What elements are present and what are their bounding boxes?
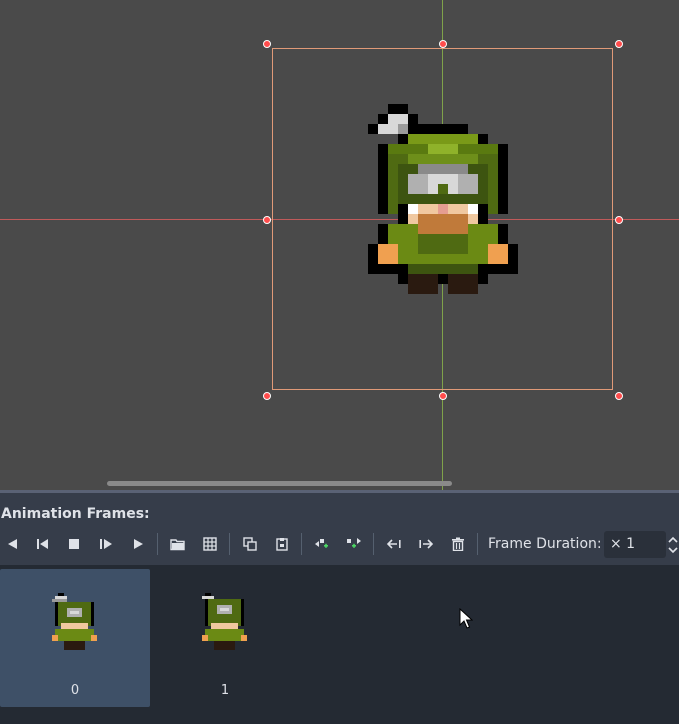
frame-thumbnail <box>52 593 97 650</box>
insert-after-icon <box>347 538 361 548</box>
resize-handle-right[interactable] <box>615 216 623 224</box>
mouse-cursor-icon <box>459 608 473 629</box>
toolbar-separator <box>229 533 230 555</box>
toolbar-separator <box>373 533 374 555</box>
play-backwards-button[interactable] <box>0 530 24 558</box>
load-from-file-button[interactable] <box>166 530 190 558</box>
toolbar-separator <box>301 533 302 555</box>
delete-frame-button[interactable] <box>446 530 470 558</box>
step-forward-button[interactable] <box>94 530 118 558</box>
copy-frame-button[interactable] <box>238 530 262 558</box>
animation-frames-panel: Animation Frames: Frame Duration: × 1 0 … <box>0 490 679 724</box>
spinbox-arrows-icon[interactable] <box>667 534 679 556</box>
move-frame-left-button[interactable] <box>382 530 406 558</box>
frames-toolbar: Frame Duration: × 1 <box>0 530 679 560</box>
resize-handle-top-right[interactable] <box>615 40 623 48</box>
step-backward-icon <box>37 539 48 549</box>
frame-item-0[interactable]: 0 <box>0 569 150 707</box>
resize-handle-bottom-right[interactable] <box>615 392 623 400</box>
frame-duration-label: Frame Duration: <box>488 536 602 552</box>
toolbar-separator <box>477 533 478 555</box>
copy-icon <box>243 537 257 551</box>
play-icon <box>134 539 143 549</box>
toolbar-separator <box>157 533 158 555</box>
folder-icon <box>170 539 185 551</box>
frame-thumbnail <box>202 593 247 650</box>
insert-empty-after-button[interactable] <box>342 530 366 558</box>
frame-index-label: 1 <box>220 683 230 698</box>
sprite-image[interactable] <box>368 102 518 296</box>
move-left-icon <box>386 539 401 549</box>
play-button[interactable] <box>126 530 150 558</box>
step-forward-icon <box>100 539 112 549</box>
move-frame-right-button[interactable] <box>414 530 438 558</box>
frames-list: 0 1 <box>0 565 679 724</box>
resize-handle-bottom-left[interactable] <box>263 392 271 400</box>
insert-before-icon <box>315 539 328 548</box>
move-right-icon <box>419 539 434 549</box>
panel-title: Animation Frames: <box>1 506 150 522</box>
paste-icon <box>276 538 288 551</box>
stop-button[interactable] <box>62 530 86 558</box>
resize-handle-top[interactable] <box>439 40 447 48</box>
play-backwards-icon <box>8 539 17 549</box>
paste-frame-button[interactable] <box>270 530 294 558</box>
resize-handle-left[interactable] <box>263 216 271 224</box>
stop-icon <box>69 539 79 549</box>
horizontal-scrollbar-thumb[interactable] <box>107 481 452 486</box>
grid-icon <box>203 537 217 551</box>
trash-icon <box>452 537 464 551</box>
step-backward-button[interactable] <box>30 530 54 558</box>
add-from-sprite-sheet-button[interactable] <box>198 530 222 558</box>
frame-duration-input[interactable]: × 1 <box>604 531 666 558</box>
resize-handle-top-left[interactable] <box>263 40 271 48</box>
canvas-viewport[interactable] <box>0 0 679 490</box>
resize-handle-bottom[interactable] <box>439 392 447 400</box>
frame-item-1[interactable]: 1 <box>150 569 300 707</box>
frame-index-label: 0 <box>70 683 80 698</box>
insert-empty-before-button[interactable] <box>310 530 334 558</box>
